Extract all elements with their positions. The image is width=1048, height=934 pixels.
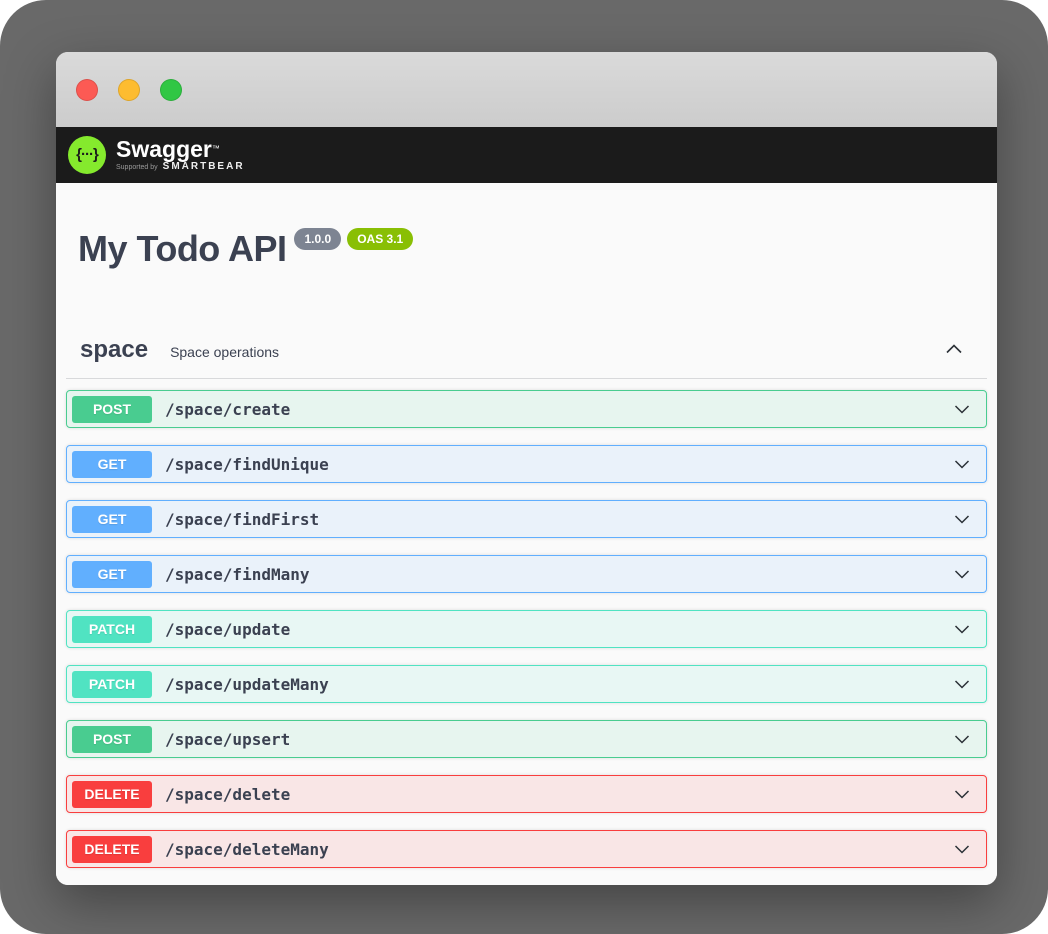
method-badge: PATCH <box>72 671 152 698</box>
operation-row[interactable]: PATCH /space/updateMany <box>66 665 987 703</box>
operation-path: /space/deleteMany <box>165 840 329 859</box>
method-badge: GET <box>72 561 152 588</box>
api-badges: 1.0.0 OAS 3.1 <box>294 228 419 250</box>
operation-row[interactable]: GET /space/findMany <box>66 555 987 593</box>
tag-header[interactable]: space Space operations <box>66 336 987 378</box>
operation-path: /space/findUnique <box>165 455 329 474</box>
smartbear-wordmark: SMARTBEAR <box>163 161 245 172</box>
operation-path: /space/upsert <box>165 730 290 749</box>
app-window: {···} Swagger™ Supported by SMARTBEAR My… <box>56 52 997 885</box>
operation-row[interactable]: DELETE /space/delete <box>66 775 987 813</box>
api-info: My Todo API 1.0.0 OAS 3.1 <box>78 228 987 270</box>
method-badge: DELETE <box>72 781 152 808</box>
chevron-down-icon[interactable] <box>952 839 972 859</box>
zoom-button[interactable] <box>160 79 182 101</box>
method-badge: DELETE <box>72 836 152 863</box>
chevron-down-icon[interactable] <box>952 729 972 749</box>
supported-by-prefix: Supported by <box>116 164 158 171</box>
swagger-logo-text: Swagger™ Supported by SMARTBEAR <box>116 138 245 172</box>
tag-name: space <box>80 336 148 364</box>
operation-row[interactable]: PATCH /space/update <box>66 610 987 648</box>
method-badge: POST <box>72 396 152 423</box>
tag-section-space: space Space operations POST /space/creat… <box>66 336 987 868</box>
operations-list: POST /space/create GET /space/findUnique… <box>66 390 987 868</box>
close-button[interactable] <box>76 79 98 101</box>
minimize-button[interactable] <box>118 79 140 101</box>
operation-path: /space/delete <box>165 785 290 804</box>
chevron-down-icon[interactable] <box>952 564 972 584</box>
operation-row[interactable]: POST /space/create <box>66 390 987 428</box>
chevron-down-icon[interactable] <box>952 674 972 694</box>
operation-path: /space/update <box>165 620 290 639</box>
chevron-down-icon[interactable] <box>952 784 972 804</box>
chevron-down-icon[interactable] <box>952 509 972 529</box>
desktop-background: {···} Swagger™ Supported by SMARTBEAR My… <box>0 0 1048 934</box>
chevron-up-icon <box>943 338 965 363</box>
version-badge: 1.0.0 <box>294 228 341 250</box>
section-divider <box>66 378 987 379</box>
operation-path: /space/findFirst <box>165 510 319 529</box>
api-title: My Todo API <box>78 228 286 269</box>
section-collapse-button[interactable] <box>943 338 965 363</box>
oas-badge: OAS 3.1 <box>347 228 413 250</box>
swagger-logo: {···} Swagger™ Supported by SMARTBEAR <box>68 136 245 174</box>
swagger-logo-icon: {···} <box>68 136 106 174</box>
swagger-wordmark: Swagger™ <box>116 138 245 160</box>
operation-path: /space/updateMany <box>165 675 329 694</box>
window-titlebar <box>56 52 997 127</box>
method-badge: PATCH <box>72 616 152 643</box>
method-badge: GET <box>72 506 152 533</box>
operation-path: /space/findMany <box>165 565 310 584</box>
swagger-braces-glyph: {···} <box>76 147 98 164</box>
operation-row[interactable]: GET /space/findFirst <box>66 500 987 538</box>
operation-row[interactable]: GET /space/findUnique <box>66 445 987 483</box>
supported-by-line: Supported by SMARTBEAR <box>116 161 245 172</box>
method-badge: GET <box>72 451 152 478</box>
trademark-symbol: ™ <box>212 144 220 153</box>
swagger-content: My Todo API 1.0.0 OAS 3.1 space Space ope… <box>56 183 997 885</box>
chevron-down-icon[interactable] <box>952 399 972 419</box>
chevron-down-icon[interactable] <box>952 619 972 639</box>
method-badge: POST <box>72 726 152 753</box>
tag-description: Space operations <box>170 340 279 360</box>
operation-path: /space/create <box>165 400 290 419</box>
operation-row[interactable]: POST /space/upsert <box>66 720 987 758</box>
chevron-down-icon[interactable] <box>952 454 972 474</box>
operation-row[interactable]: DELETE /space/deleteMany <box>66 830 987 868</box>
swagger-topbar: {···} Swagger™ Supported by SMARTBEAR <box>56 127 997 183</box>
